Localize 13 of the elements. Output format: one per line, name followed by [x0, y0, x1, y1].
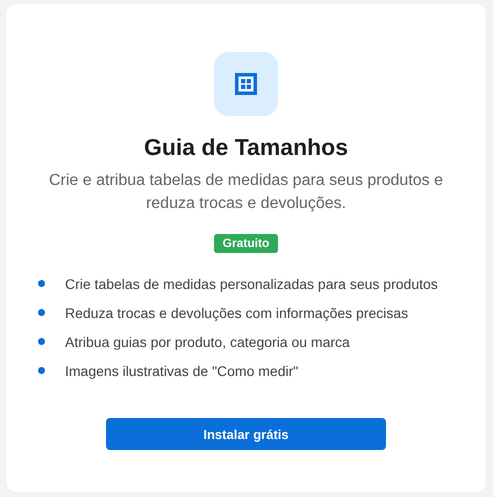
- feature-text: Reduza trocas e devoluções com informações precisas: [65, 304, 408, 320]
- feature-text: Imagens ilustrativas de "Como medir": [65, 362, 298, 378]
- app-description: Crie e atribua tabelas de medidas para seus produtos e reduza trocas e devoluções.: [48, 171, 444, 214]
- price-badge: Gratuito: [214, 234, 278, 253]
- bullet-icon: [38, 338, 45, 345]
- bullet-icon: [38, 309, 45, 316]
- install-button[interactable]: Instalar grátis: [106, 418, 386, 450]
- feature-text: Crie tabelas de medidas personalizadas para seus produtos: [65, 276, 438, 292]
- bullet-icon: [38, 280, 45, 287]
- feature-text: Atribua guias por produto, categoria ou marca: [65, 334, 350, 350]
- bullet-icon: [38, 367, 45, 374]
- grid-icon: [235, 73, 257, 95]
- app-title: Guia de Tamanhos: [144, 133, 348, 161]
